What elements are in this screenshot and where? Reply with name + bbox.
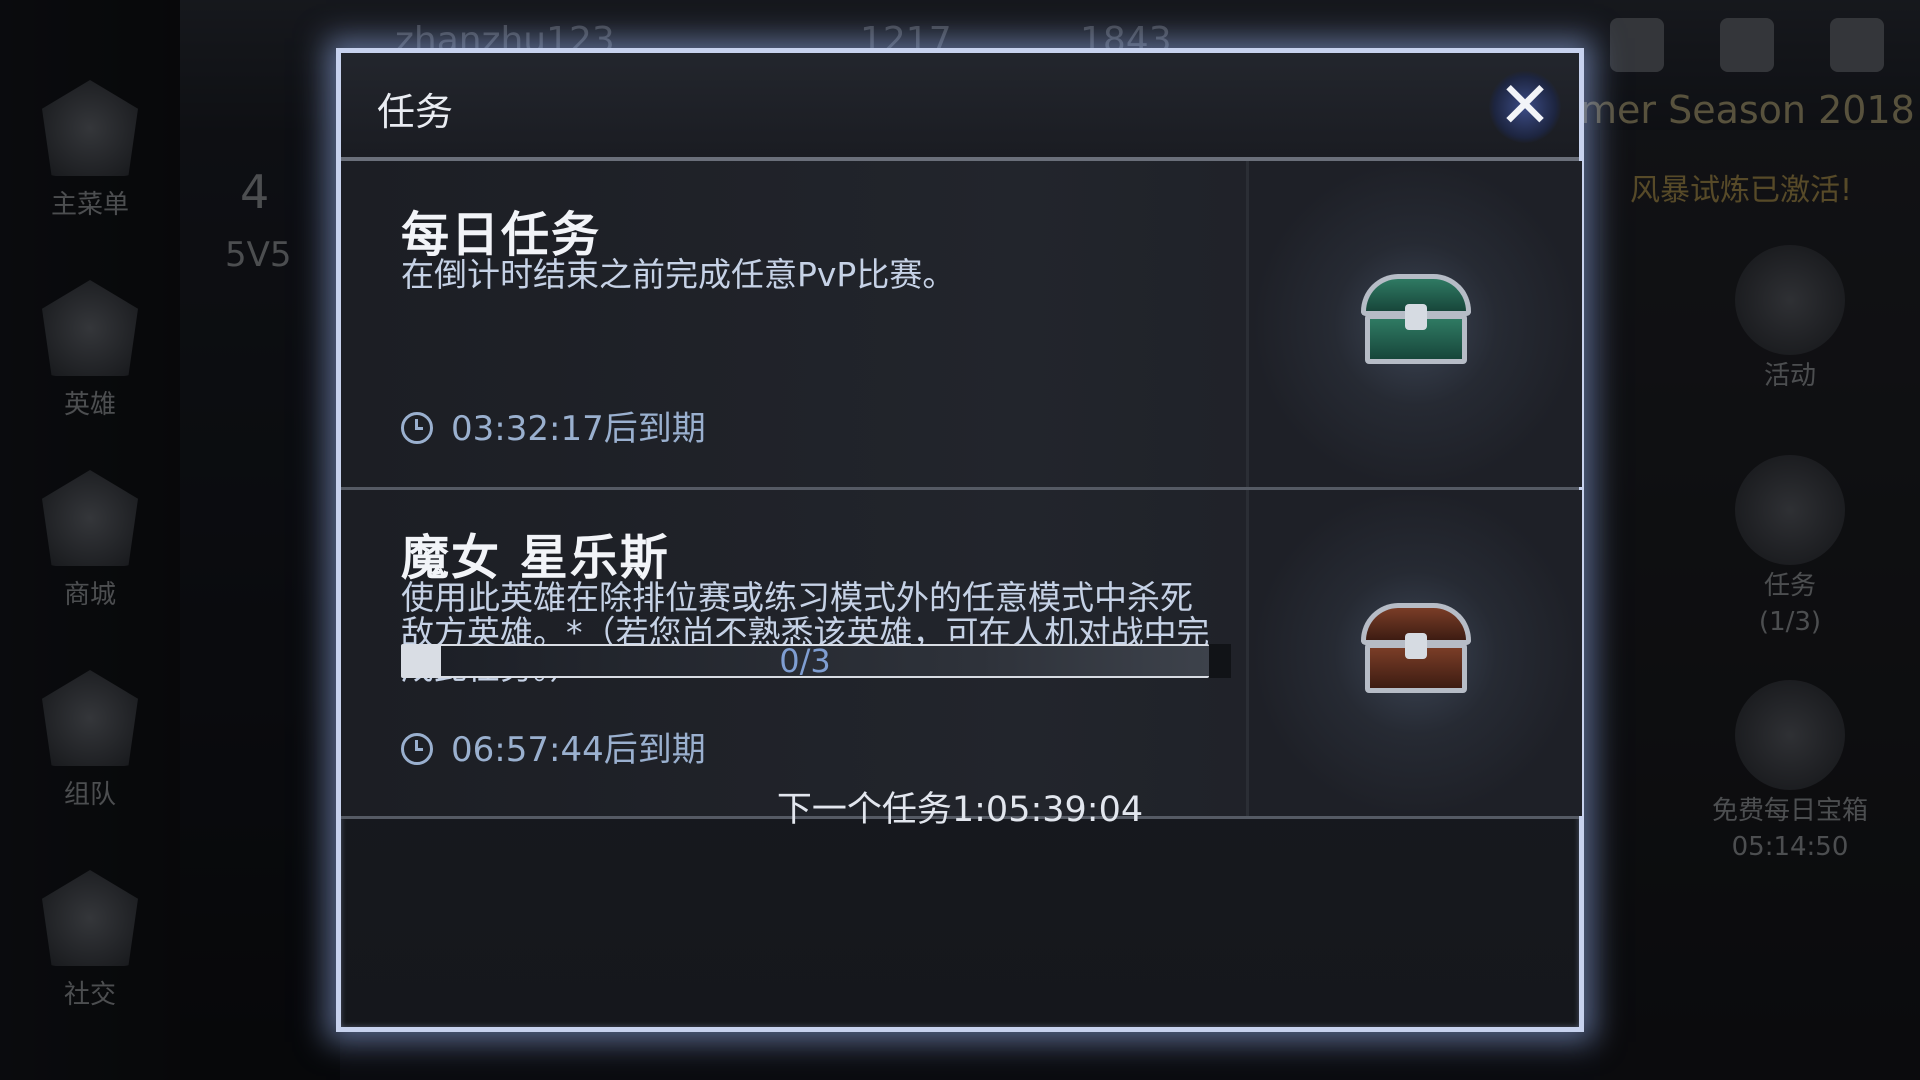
quest-reward xyxy=(1246,490,1582,816)
quest-timer-text: 06:57:44后到期 xyxy=(451,730,706,770)
daily-chest-button[interactable]: 免费每日宝箱 05:14:50 xyxy=(1690,680,1890,862)
quest-info: 每日任务 在倒计时结束之前完成任意PvP比赛。 03:32:17后到期 xyxy=(341,161,1241,487)
quest-card-hero: 魔女 星乐斯 使用此英雄在除排位赛或练习模式外的任意模式中杀死敌方英雄。*（若您… xyxy=(341,490,1582,819)
store-icon xyxy=(42,470,138,566)
quest-timer: 03:32:17后到期 xyxy=(401,401,706,450)
quest-card-daily: 每日任务 在倒计时结束之前完成任意PvP比赛。 03:32:17后到期 xyxy=(341,161,1582,490)
sidebar-item-party[interactable]: 组队 xyxy=(0,670,180,811)
leaderboard-icon[interactable] xyxy=(1610,18,1664,72)
quest-timer-text: 03:32:17后到期 xyxy=(451,409,706,449)
gear-icon[interactable] xyxy=(1830,18,1884,72)
quest-description: 在倒计时结束之前完成任意PvP比赛。 xyxy=(401,255,956,294)
rank-mode: 5V5 xyxy=(225,235,292,275)
events-button[interactable]: 活动 xyxy=(1690,245,1890,391)
modal-header: 任务 ✕ xyxy=(341,53,1579,161)
graduation-cap-icon[interactable] xyxy=(1720,18,1774,72)
sidebar-item-store[interactable]: 商城 xyxy=(0,470,180,611)
clock-icon xyxy=(401,732,433,765)
quest-progress-bar: 0/3 xyxy=(401,642,1231,680)
green-chest-icon xyxy=(1360,274,1471,364)
main-sidebar: 主菜单 英雄 商城 组队 社交 xyxy=(0,0,180,1080)
quest-timer: 06:57:44后到期 xyxy=(401,722,706,771)
home-icon xyxy=(42,80,138,176)
season-notice: 风暴试炼已激活! xyxy=(1630,173,1853,208)
next-quest-timer: 下一个任务1:05:39:04 xyxy=(776,790,1144,830)
clock-icon xyxy=(401,411,433,444)
sidebar-item-social[interactable]: 社交 xyxy=(0,870,180,1011)
season-title: mer Season 2018 xyxy=(1580,88,1915,132)
social-icon xyxy=(42,870,138,966)
close-button[interactable]: ✕ xyxy=(1489,71,1561,143)
progress-text: 0/3 xyxy=(779,642,831,680)
treasure-chest-icon xyxy=(1735,680,1845,790)
rank-level: 4 xyxy=(240,165,270,219)
calendar-icon xyxy=(1735,245,1845,355)
handshake-icon xyxy=(42,670,138,766)
brown-chest-icon xyxy=(1360,603,1471,693)
sidebar-item-heroes[interactable]: 英雄 xyxy=(0,280,180,421)
close-icon: ✕ xyxy=(1498,69,1552,143)
modal-title: 任务 xyxy=(377,90,454,134)
quests-modal: 任务 ✕ 每日任务 在倒计时结束之前完成任意PvP比赛。 03:32:17后到期… xyxy=(336,48,1584,1032)
quests-button[interactable]: 任务 (1/3) xyxy=(1690,455,1890,637)
sidebar-item-main-menu[interactable]: 主菜单 xyxy=(0,80,180,221)
quest-reward xyxy=(1246,161,1582,487)
helmet-icon xyxy=(42,280,138,376)
shield-exclamation-icon xyxy=(1735,455,1845,565)
quest-info: 魔女 星乐斯 使用此英雄在除排位赛或练习模式外的任意模式中杀死敌方英雄。*（若您… xyxy=(341,490,1241,816)
